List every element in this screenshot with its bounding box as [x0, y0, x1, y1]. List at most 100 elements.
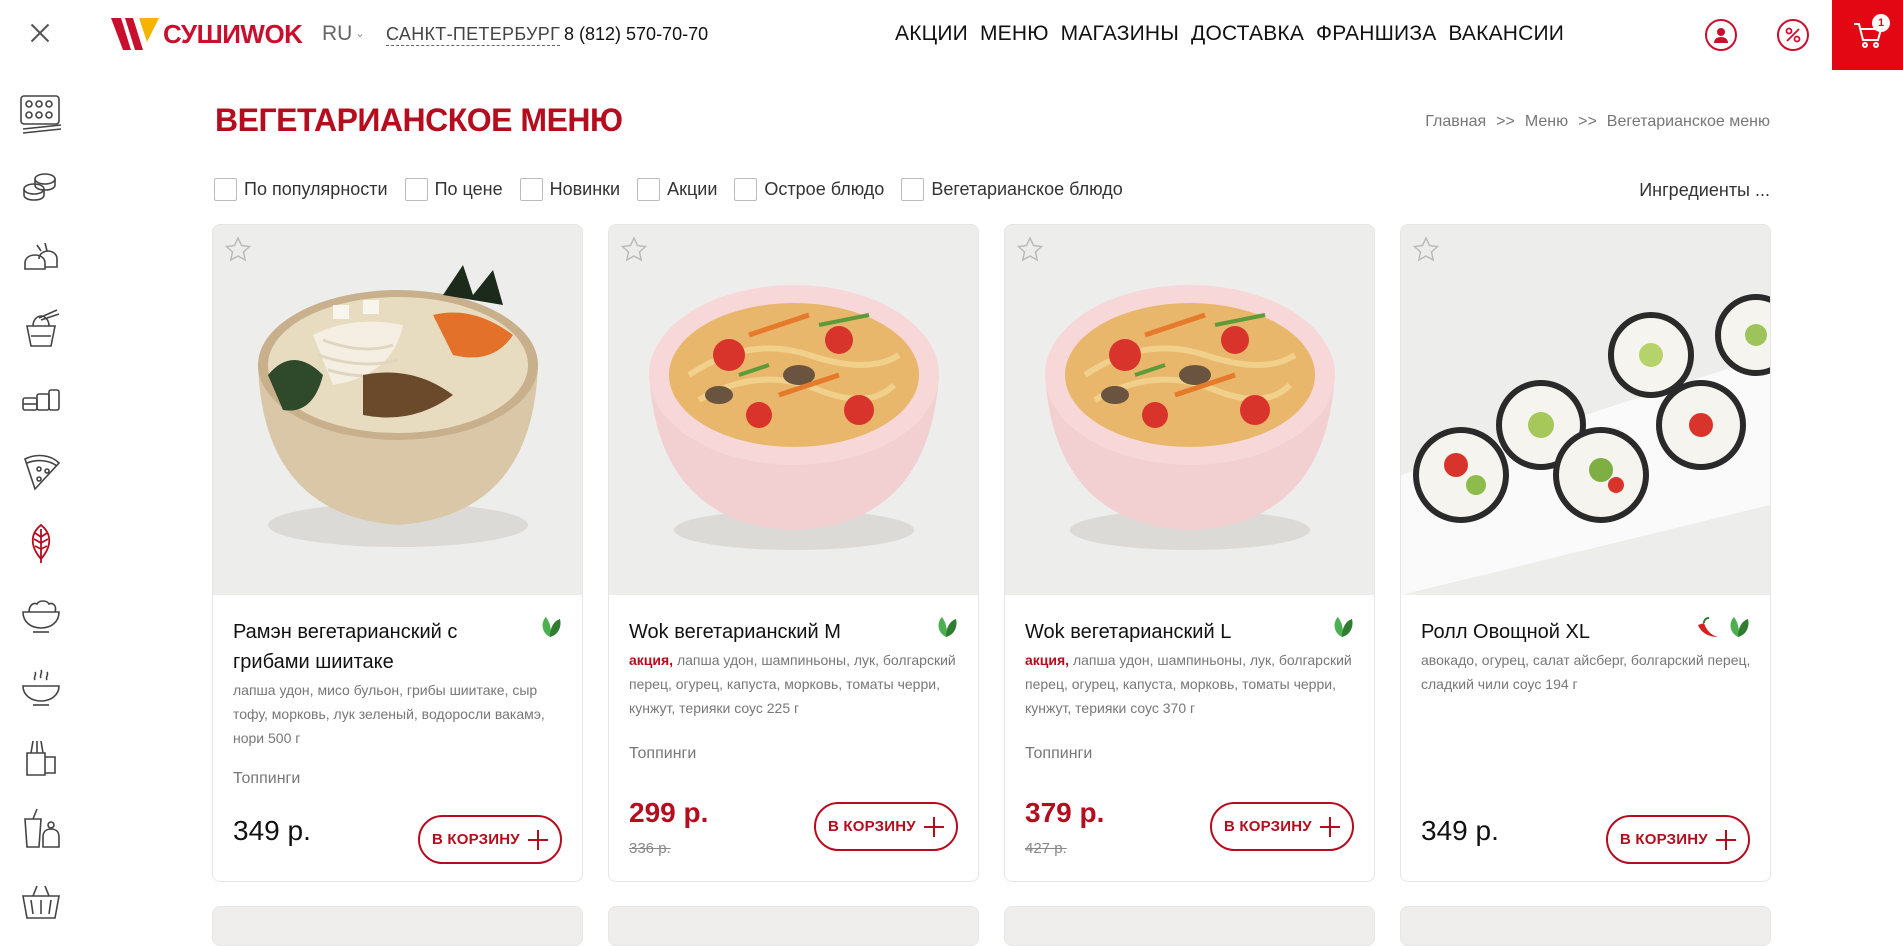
basket-icon	[22, 885, 60, 920]
filter-checkbox[interactable]	[734, 178, 758, 201]
filter-price[interactable]: По цене	[404, 178, 503, 201]
add-to-cart-button[interactable]: В КОРЗИНУ	[814, 802, 958, 851]
product-image[interactable]	[1401, 225, 1770, 595]
add-to-cart-button[interactable]: В КОРЗИНУ	[1210, 802, 1354, 851]
sidebar-item-sushi[interactable]	[0, 221, 82, 293]
filter-promo[interactable]: Акции	[637, 178, 717, 201]
product-card: Ролл Овощной XL авокадо, огурец, салат а…	[1400, 224, 1771, 882]
sidebar-item-combo[interactable]	[0, 364, 82, 436]
product-card-partial[interactable]	[212, 906, 583, 946]
main-nav: АКЦИИ МЕНЮ МАГАЗИНЫ ДОСТАВКА ФРАНШИЗА ВА…	[895, 22, 1564, 46]
chevron-down-icon: ⌄	[355, 28, 365, 40]
brand-logo[interactable]: СУШИWOK	[109, 14, 303, 54]
add-to-cart-button[interactable]: В КОРЗИНУ	[1606, 815, 1750, 864]
breadcrumb-home[interactable]: Главная	[1425, 113, 1486, 131]
product-image[interactable]	[609, 225, 978, 595]
nav-item-stores[interactable]: МАГАЗИНЫ	[1061, 22, 1179, 46]
filter-checkbox[interactable]	[404, 178, 428, 201]
plus-icon	[1320, 816, 1340, 837]
product-card-partial[interactable]	[1400, 906, 1771, 946]
account-button[interactable]	[1705, 19, 1737, 51]
filter-new[interactable]: Новинки	[519, 178, 620, 201]
logo-mark-icon	[111, 18, 159, 50]
product-description: акция, лапша удон, шампиньоны, лук, болг…	[1025, 648, 1355, 720]
sidebar-item-vegetarian[interactable]	[0, 507, 82, 579]
percent-icon	[1785, 27, 1801, 43]
product-price: 349 р.	[1421, 815, 1499, 846]
add-to-cart-label: В КОРЗИНУ	[828, 818, 916, 835]
product-description: акция, лапша удон, шампиньоны, лук, болг…	[629, 648, 959, 720]
filter-checkbox[interactable]	[519, 178, 543, 201]
nav-item-vacancies[interactable]: ВАКАНСИИ	[1448, 22, 1564, 46]
product-name[interactable]: Wok вегетарианский M	[629, 617, 919, 647]
snacks-icon	[26, 741, 56, 777]
nav-item-menu[interactable]: МЕНЮ	[980, 22, 1049, 46]
filter-label: По популярности	[244, 179, 388, 199]
sidebar-item-sets[interactable]	[0, 78, 82, 150]
phone-link[interactable]: 8 (812) 570-70-70	[564, 24, 708, 45]
category-sidebar	[0, 0, 82, 927]
language-label: RU	[322, 22, 353, 45]
rolls-icon	[23, 173, 56, 202]
sidebar-item-basket[interactable]	[0, 865, 82, 937]
language-selector[interactable]: RU ⌄	[322, 22, 365, 46]
sidebar-item-rolls[interactable]	[0, 150, 82, 222]
discounts-button[interactable]	[1777, 19, 1809, 51]
product-description-text: лапша удон, шампиньоны, лук, болгарский …	[1025, 652, 1352, 716]
sidebar-item-salads[interactable]	[0, 579, 82, 651]
breadcrumb-menu[interactable]: Меню	[1525, 113, 1568, 131]
product-tags	[1692, 613, 1752, 641]
close-icon[interactable]	[27, 20, 53, 46]
product-tags	[932, 613, 960, 641]
product-image[interactable]	[213, 225, 582, 595]
filter-spicy[interactable]: Острое блюдо	[734, 178, 884, 201]
sidebar-item-wok[interactable]	[0, 293, 82, 365]
promo-label: акция,	[1025, 652, 1070, 668]
combo-icon	[22, 388, 60, 411]
add-to-cart-label: В КОРЗИНУ	[1620, 831, 1708, 848]
filter-bar: По популярности По цене Новинки Акции Ос…	[214, 178, 1140, 201]
sidebar-item-pizza[interactable]	[0, 436, 82, 508]
filter-checkbox[interactable]	[901, 178, 925, 201]
city-selector[interactable]: САНКТ-ПЕТЕРБУРГ	[386, 24, 561, 46]
toppings-link[interactable]: Топпинги	[629, 745, 696, 763]
filter-vegetarian[interactable]: Вегетарианское блюдо	[901, 178, 1123, 201]
product-card-partial[interactable]	[1004, 906, 1375, 946]
product-image[interactable]	[1005, 225, 1374, 595]
product-description-text: лапша удон, мисо бульон, грибы шиитаке, …	[233, 682, 545, 746]
pizza-icon	[24, 454, 61, 491]
cart-button[interactable]: 1	[1832, 0, 1903, 70]
wok-bowl-image	[1005, 225, 1374, 595]
plus-icon	[1716, 829, 1736, 850]
ingredients-dropdown[interactable]: Ингредиенты ...	[1639, 180, 1770, 201]
nav-item-franchise[interactable]: ФРАНШИЗА	[1316, 22, 1436, 46]
add-to-cart-label: В КОРЗИНУ	[432, 831, 520, 848]
sidebar-item-drinks[interactable]	[0, 793, 82, 865]
sidebar-item-snacks[interactable]	[0, 722, 82, 794]
soup-icon	[22, 669, 60, 706]
product-name[interactable]: Ролл Овощной XL	[1421, 617, 1711, 647]
star-icon[interactable]	[1015, 235, 1045, 265]
star-icon[interactable]	[223, 235, 253, 265]
product-price: 299 р.	[629, 797, 709, 828]
filter-checkbox[interactable]	[637, 178, 661, 201]
star-icon[interactable]	[1411, 235, 1441, 265]
sidebar-item-soups[interactable]	[0, 650, 82, 722]
filter-popularity[interactable]: По популярности	[214, 178, 388, 201]
filter-label: Острое блюдо	[764, 179, 885, 199]
breadcrumb-separator: >>	[1578, 113, 1597, 130]
plus-icon	[924, 816, 944, 837]
filter-checkbox[interactable]	[214, 178, 237, 201]
star-icon[interactable]	[619, 235, 649, 265]
add-to-cart-button[interactable]: В КОРЗИНУ	[418, 815, 562, 864]
nav-item-delivery[interactable]: ДОСТАВКА	[1191, 22, 1304, 46]
toppings-link[interactable]: Топпинги	[233, 770, 300, 788]
product-card-partial[interactable]	[608, 906, 979, 946]
product-description-text: авокадо, огурец, салат айсберг, болгарск…	[1421, 652, 1751, 692]
user-icon	[1714, 28, 1728, 43]
product-name[interactable]: Рамэн вегетарианский с грибами шиитаке	[233, 617, 523, 677]
product-name[interactable]: Wok вегетарианский L	[1025, 617, 1315, 647]
toppings-link[interactable]: Топпинги	[1025, 745, 1092, 763]
nav-item-promo[interactable]: АКЦИИ	[895, 22, 968, 46]
vegetarian-icon	[542, 617, 561, 637]
